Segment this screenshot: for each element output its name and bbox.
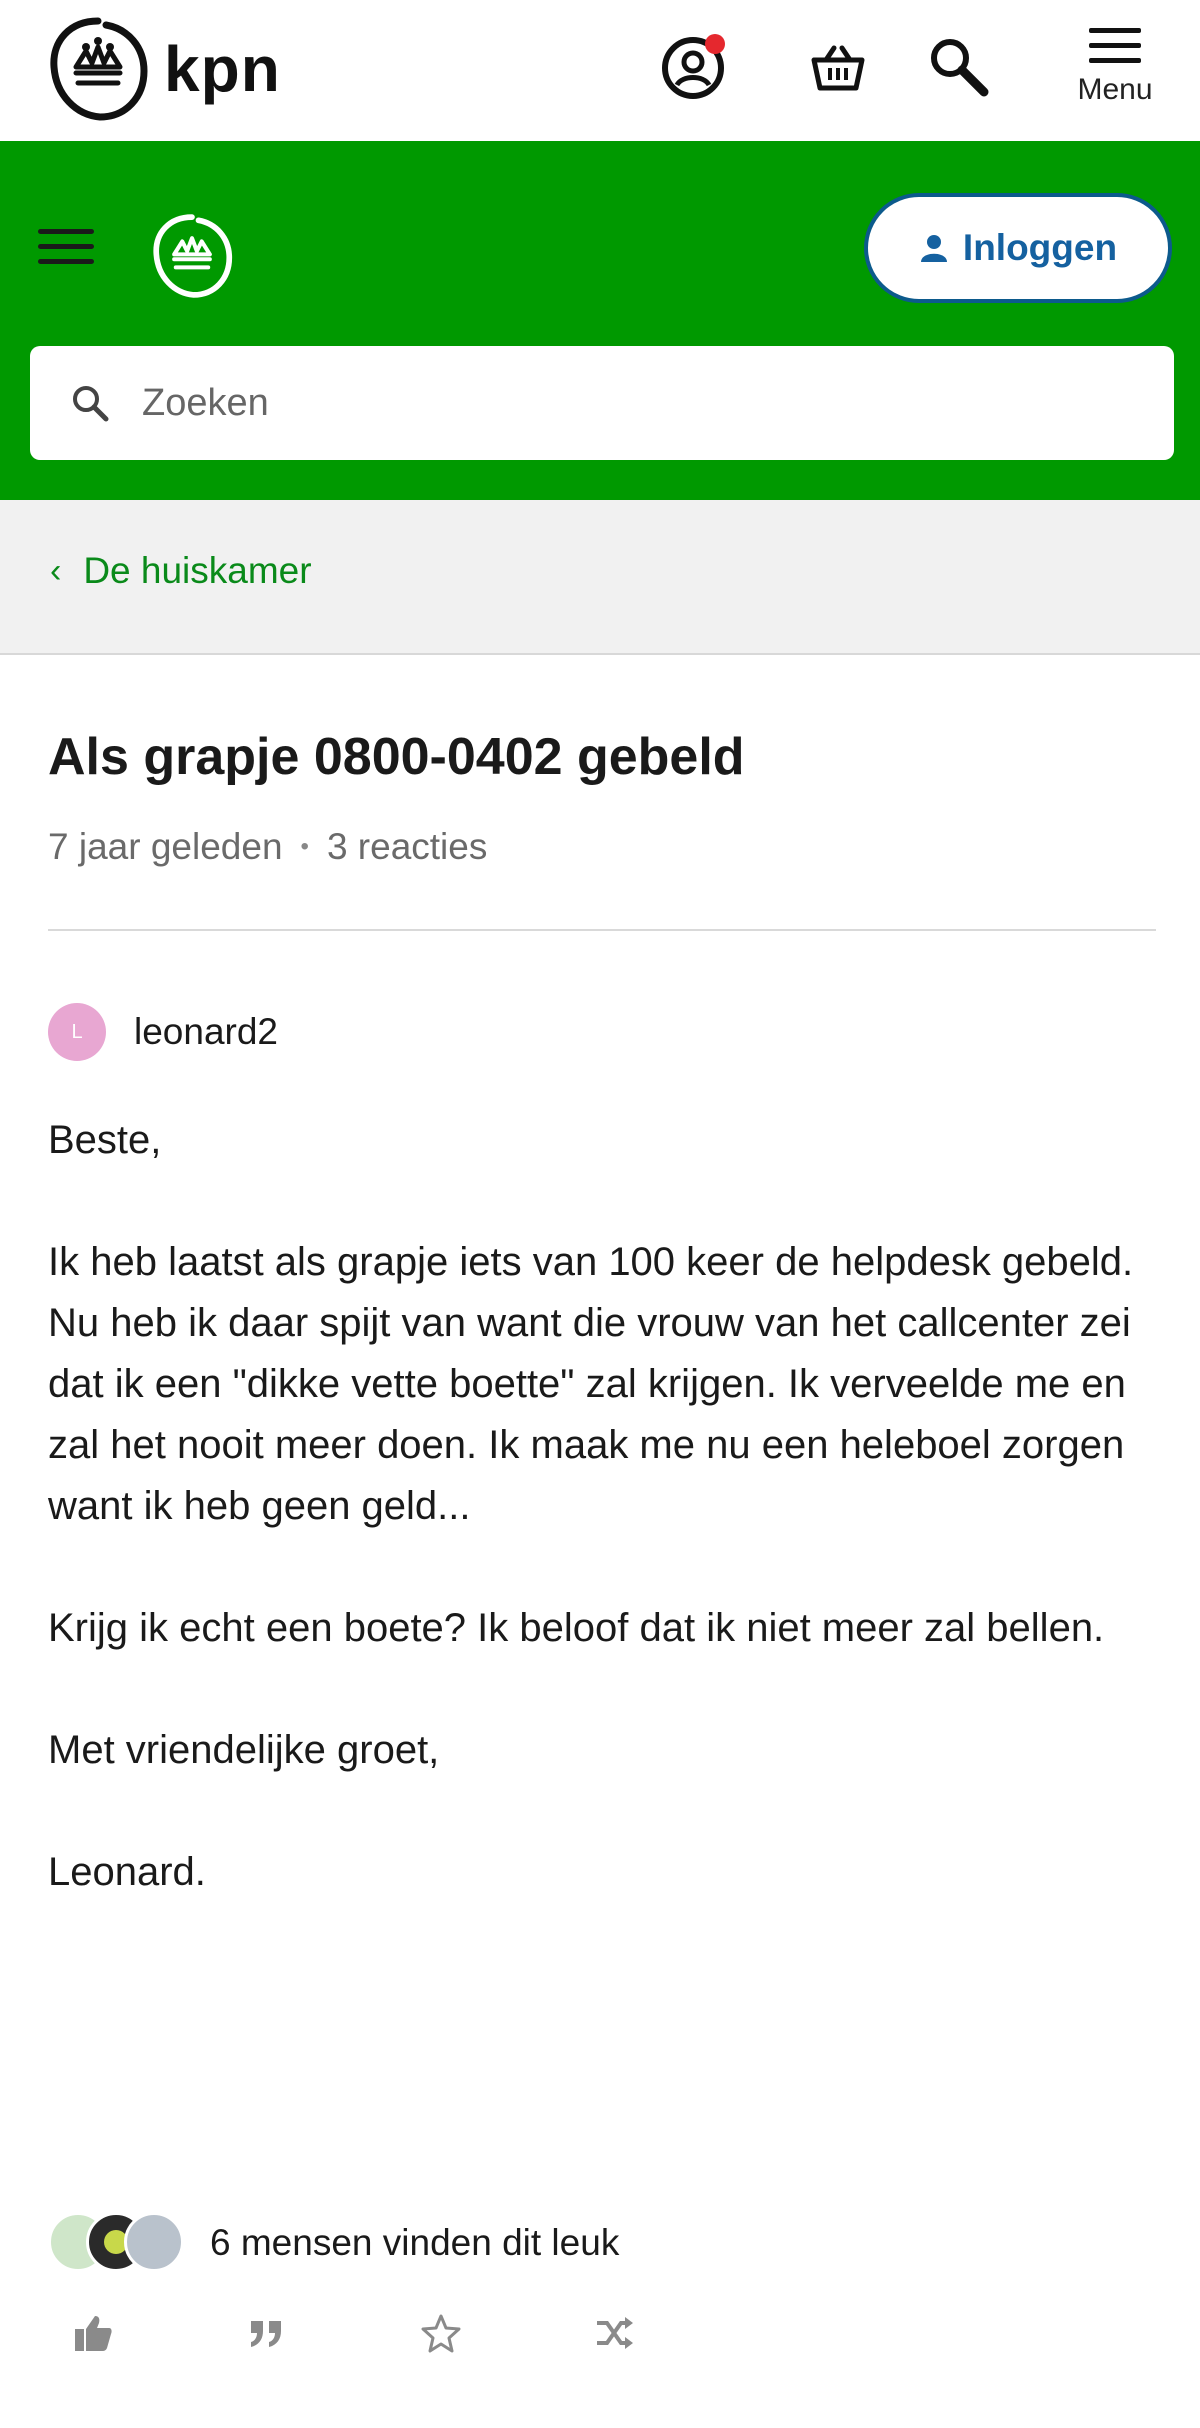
menu-icon [1089, 28, 1141, 63]
post-author[interactable]: L leonard2 [48, 1003, 278, 1061]
top-bar: kpn Menu [0, 0, 1200, 141]
like-button[interactable] [70, 2310, 116, 2356]
shuffle-button[interactable] [592, 2310, 638, 2356]
liker-avatars [48, 2212, 188, 2274]
chevron-left-icon: ‹ [50, 551, 62, 590]
search-button[interactable] [922, 30, 998, 106]
breadcrumb-label: De huiskamer [83, 550, 312, 591]
post-title: Als grapje 0800-0402 gebeld [48, 728, 745, 786]
post-actions [70, 2310, 766, 2356]
search-icon [931, 39, 989, 97]
breadcrumb-bar: ‹ De huiskamer [0, 500, 1200, 655]
divider [48, 929, 1156, 931]
favorite-button[interactable] [418, 2310, 464, 2356]
basket-button[interactable] [800, 30, 876, 106]
basket-icon [811, 45, 865, 91]
quote-button[interactable] [244, 2310, 290, 2356]
kpn-crown-icon [50, 17, 148, 121]
post-paragraph: Leonard. [48, 1850, 206, 1894]
author-name[interactable]: leonard2 [134, 1011, 278, 1053]
notification-dot [705, 34, 725, 54]
thumbs-up-icon [75, 2316, 112, 2351]
shuffle-icon [597, 2317, 633, 2349]
community-menu-button[interactable] [38, 229, 94, 269]
post-age: 7 jaar geleden [48, 826, 283, 867]
account-button[interactable] [655, 30, 731, 106]
breadcrumb[interactable]: ‹ De huiskamer [50, 550, 312, 592]
avatar: L [48, 1003, 106, 1061]
search-input[interactable] [142, 381, 1042, 425]
meta-separator: • [300, 833, 309, 860]
search-icon [73, 386, 109, 422]
liker-avatar [124, 2212, 184, 2272]
login-button[interactable]: Inloggen [864, 193, 1172, 303]
user-icon [920, 235, 947, 262]
reply-count[interactable]: 3 reacties [327, 826, 487, 868]
menu-label: Menu [1077, 73, 1153, 106]
community-header: Inloggen [0, 141, 1200, 500]
post-paragraph: Met vriendelijke groet, [48, 1728, 440, 1772]
search-box[interactable] [30, 346, 1174, 460]
quote-icon [251, 2321, 281, 2347]
kpn-logo[interactable]: kpn [40, 6, 281, 132]
post-paragraph: Krijg ik echt een boete? Ik beloof dat i… [48, 1606, 1105, 1650]
menu-button[interactable]: Menu [1060, 26, 1170, 126]
star-icon [421, 2314, 461, 2353]
likes-summary[interactable]: 6 mensen vinden dit leuk [48, 2212, 619, 2274]
post-body: Beste, Ik heb laatst als grapje iets van… [48, 1110, 1168, 1964]
post-paragraph: Beste, [48, 1118, 162, 1162]
logo-text: kpn [164, 33, 281, 105]
post-meta: 7 jaar geleden • 3 reacties [48, 826, 487, 868]
kpn-crown-icon[interactable] [145, 209, 239, 303]
likes-text: 6 mensen vinden dit leuk [210, 2222, 620, 2263]
post-paragraph: Ik heb laatst als grapje iets van 100 ke… [48, 1240, 1134, 1528]
login-label: Inloggen [962, 227, 1118, 268]
